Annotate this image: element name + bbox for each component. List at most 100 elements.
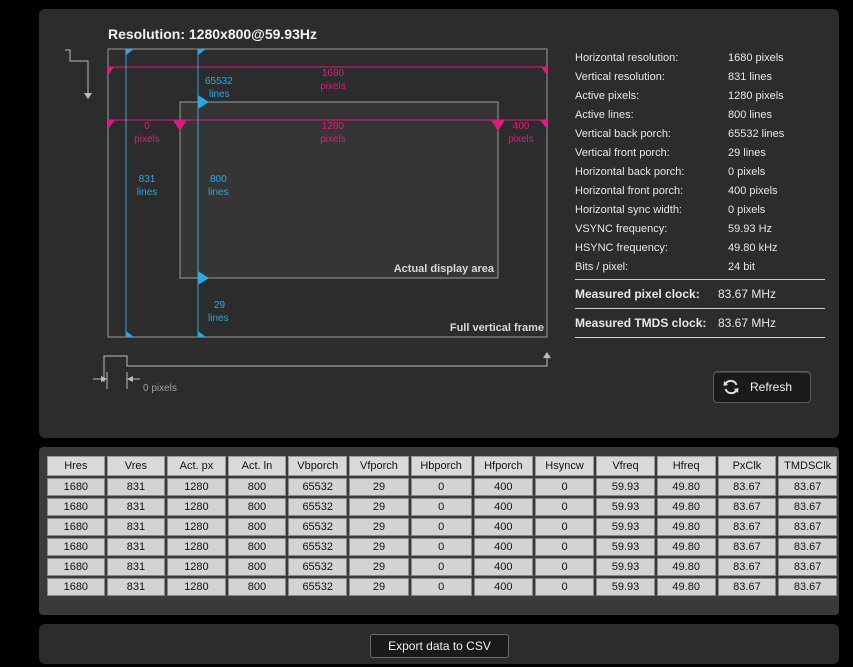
info-label: Vertical back porch:	[575, 128, 671, 140]
info-label: Horizontal back porch:	[575, 166, 685, 178]
vres-arrow-top	[126, 49, 134, 55]
table-cell: 83.67	[778, 518, 837, 536]
column-header[interactable]: Vres	[106, 456, 166, 476]
hres-arrow-left	[108, 67, 114, 75]
column-header[interactable]: Hres	[47, 456, 105, 476]
table-row[interactable]: 1680 831 1280 800 65532 29 0 400 0 59.93 49.80 83.6…	[47, 518, 837, 536]
hres-value: 1680	[322, 68, 345, 79]
vres-unit: lines	[137, 187, 158, 198]
column-header[interactable]: Act. px	[167, 456, 226, 476]
column-header[interactable]: Vfporch	[349, 456, 409, 476]
timing-diagram: 1680 pixels 0 pixels 1280 pixels 400 pix…	[65, 48, 551, 394]
table-cell: 831	[106, 578, 166, 596]
pixel-clock-value: 83.67 MHz	[718, 287, 777, 301]
table-cell: 83.67	[717, 478, 777, 496]
tmds-clock-row: Measured TMDS clock: 83.67 MHz	[575, 308, 825, 338]
table-row[interactable]: 1680 831 1280 800 65532 29 0 400 0 59.93 49.80 83.6…	[47, 498, 837, 516]
vres-value: 831	[139, 174, 156, 185]
table-row[interactable]: 1680 831 1280 800 65532 29 0 400 0 59.93 49.80 83.6…	[47, 538, 837, 556]
hres-arrow-right	[541, 67, 547, 75]
table-cell: 800	[227, 478, 287, 496]
info-label: Horizontal front porch:	[575, 185, 684, 197]
column-header[interactable]: Vfreq	[596, 456, 655, 476]
info-row: Vertical front porch: 29 lines	[575, 144, 825, 163]
hbp-unit: pixels	[134, 134, 160, 145]
hsync-width-label: 0 pixels	[143, 383, 177, 394]
column-header[interactable]: Act. ln	[227, 456, 287, 476]
table-cell: 0	[534, 538, 595, 556]
table-cell: 49.80	[656, 558, 716, 576]
column-header[interactable]: PxClk	[717, 456, 777, 476]
table-cell: 800	[227, 558, 287, 576]
table-cell: 83.67	[717, 518, 777, 536]
table-cell: 65532	[288, 558, 348, 576]
table-cell: 59.93	[596, 538, 655, 556]
hres-unit: pixels	[320, 81, 346, 92]
table-cell: 800	[227, 578, 287, 596]
table-cell: 1680	[47, 478, 105, 496]
info-value: 400 pixels	[728, 185, 778, 197]
table-row[interactable]: 1680 831 1280 800 65532 29 0 400 0 59.93 49.80 83.6…	[47, 558, 837, 576]
table-cell: 29	[349, 538, 409, 556]
table-body: 1680 831 1280 800 65532 29 0 400 0 59.93 49.80 83.6…	[47, 478, 837, 596]
active-lines-unit: lines	[208, 187, 229, 198]
active-px-value: 1280	[322, 121, 345, 132]
info-row: Bits / pixel: 24 bit	[575, 258, 825, 277]
export-csv-button[interactable]: Export data to CSV	[370, 634, 509, 658]
pixel-clock-row: Measured pixel clock: 83.67 MHz	[575, 279, 825, 308]
tmds-clock-label: Measured TMDS clock:	[575, 316, 707, 330]
table-cell: 59.93	[596, 558, 655, 576]
timing-panel: Resolution: 1280x800@59.93Hz 1680 pixels…	[39, 9, 839, 438]
info-label: Horizontal sync width:	[575, 204, 682, 216]
info-label: VSYNC frequency:	[575, 223, 668, 235]
info-value: 0 pixels	[728, 204, 766, 216]
table-cell: 831	[106, 478, 166, 496]
actual-area-label: Actual display area	[394, 263, 495, 275]
info-value: 65532 lines	[728, 128, 785, 140]
vres-arrow-bottom	[126, 331, 134, 337]
refresh-button[interactable]: Refresh	[713, 371, 811, 403]
column-header[interactable]: Hfreq	[656, 456, 716, 476]
info-value: 0 pixels	[728, 166, 766, 178]
info-value: 1280 pixels	[728, 90, 784, 102]
info-row: Horizontal resolution: 1680 pixels	[575, 49, 825, 68]
column-header[interactable]: TMDSClk	[778, 456, 837, 476]
info-value: 59.93 Hz	[728, 223, 773, 235]
column-header[interactable]: Hbporch	[410, 456, 472, 476]
column-header[interactable]: Hsyncw	[534, 456, 595, 476]
table-cell: 0	[534, 498, 595, 516]
active-px-unit: pixels	[320, 134, 346, 145]
table-cell: 29	[349, 498, 409, 516]
table-row[interactable]: 1680 831 1280 800 65532 29 0 400 0 59.93 49.80 83.6…	[47, 478, 837, 496]
table-cell: 0	[534, 578, 595, 596]
table-cell: 400	[473, 558, 533, 576]
table-cell: 0	[534, 478, 595, 496]
hsync-pulse	[103, 355, 548, 382]
table-cell: 1280	[167, 478, 226, 496]
table-row[interactable]: 1680 831 1280 800 65532 29 0 400 0 59.93 49.80 83.6…	[47, 578, 837, 596]
table-cell: 59.93	[596, 578, 655, 596]
info-row: HSYNC frequency: 49.80 kHz	[575, 239, 825, 258]
info-label: Active lines:	[575, 109, 634, 121]
table-cell: 0	[410, 478, 472, 496]
table-cell: 0	[410, 538, 472, 556]
column-header[interactable]: Vbporch	[288, 456, 348, 476]
info-value: 831 lines	[728, 71, 773, 83]
table-cell: 400	[473, 518, 533, 536]
table-cell: 1280	[167, 538, 226, 556]
table-cell: 400	[473, 538, 533, 556]
info-value: 1680 pixels	[728, 52, 784, 64]
pixel-clock-label: Measured pixel clock:	[575, 287, 700, 301]
info-row: Horizontal sync width: 0 pixels	[575, 201, 825, 220]
vbp-unit: lines	[209, 89, 230, 100]
timing-table: Hres Vres Act. px Act. ln Vbporch Vfporch Hbpo…	[45, 454, 839, 598]
table-cell: 83.67	[778, 498, 837, 516]
vfp-value: 29	[214, 300, 226, 311]
column-header[interactable]: Hfporch	[473, 456, 533, 476]
hsync-width-arrow-right	[127, 376, 133, 382]
table-cell: 800	[227, 538, 287, 556]
tmds-clock-value: 83.67 MHz	[718, 316, 777, 330]
refresh-label: Refresh	[750, 380, 793, 394]
vfp-arrow-bottom	[198, 331, 206, 337]
info-value: 800 lines	[728, 109, 773, 121]
